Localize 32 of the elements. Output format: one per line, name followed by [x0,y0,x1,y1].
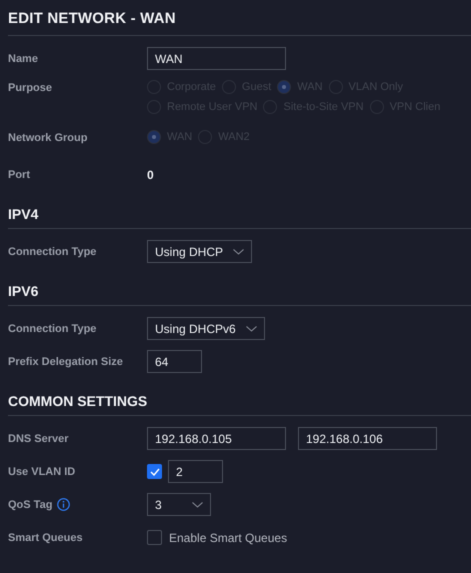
field-label: Purpose [8,82,52,94]
checkbox[interactable] [147,464,162,479]
number-field[interactable]: 2 [168,460,223,483]
field-label: DNS Server [8,432,69,444]
field-label: Connection Type [8,246,96,258]
field-label: Prefix Delegation Size [8,356,123,368]
field-label: QoS Tag [8,498,52,510]
number-field[interactable]: 64 [147,350,202,373]
page-title: EDIT NETWORK - WAN [8,9,177,29]
select-dropdown[interactable]: Using DHCPv6 [147,317,265,340]
text-field[interactable]: WAN [147,47,286,70]
field-label: Port [8,168,30,180]
chevron-down-icon [233,248,244,254]
chevron-down-icon [246,326,257,332]
field-label: Use VLAN ID [8,466,76,478]
checkbox-label: Enable Smart Queues [169,530,288,544]
check-icon [150,468,160,476]
section-heading: COMMON SETTINGS [8,392,148,411]
field-label: Network Group [8,132,88,144]
text-field[interactable]: 192.168.0.105 [147,427,286,450]
field-label: Smart Queues [8,532,83,544]
select-dropdown[interactable]: Using DHCP [147,240,252,263]
section-heading: IPV6 [8,282,40,301]
text-field[interactable]: 192.168.0.106 [298,427,437,450]
checkbox[interactable] [147,530,162,545]
port-value: 0 [147,168,155,182]
info-icon[interactable] [57,498,70,511]
section-heading: IPV4 [8,205,40,224]
select-dropdown[interactable]: 3 [147,493,211,516]
chevron-down-icon [192,502,203,508]
field-label: Connection Type [8,322,96,334]
field-label: Name [8,52,38,64]
